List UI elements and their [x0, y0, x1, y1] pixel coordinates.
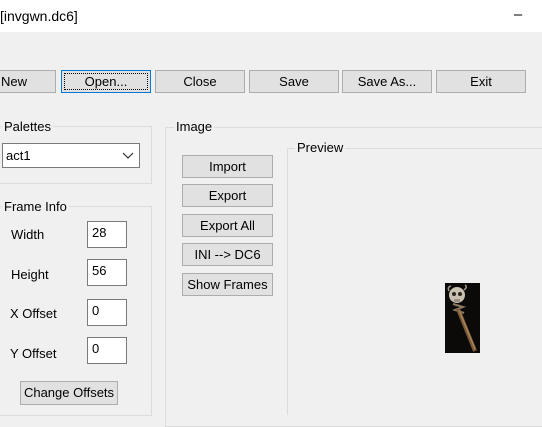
export-button[interactable]: Export — [182, 184, 273, 207]
ini-to-dc6-button[interactable]: INI --> DC6 — [182, 243, 273, 266]
frame-info-legend: Frame Info — [2, 199, 69, 215]
yoffset-label: Y Offset — [10, 346, 57, 361]
chevron-down-icon — [122, 152, 134, 159]
height-label: Height — [11, 267, 49, 282]
title-bar: [invgwn.dc6] – — [0, 0, 542, 32]
preview-group — [287, 148, 542, 415]
width-label: Width — [11, 227, 45, 242]
image-legend: Image — [174, 119, 215, 135]
import-button[interactable]: Import — [182, 155, 273, 178]
show-frames-button[interactable]: Show Frames — [182, 273, 273, 296]
xoffset-field[interactable]: 0 — [87, 299, 127, 326]
palettes-legend: Palettes — [2, 119, 53, 135]
width-field[interactable]: 28 — [87, 221, 127, 248]
save-button[interactable]: Save — [249, 70, 339, 93]
yoffset-field[interactable]: 0 — [87, 337, 127, 364]
close-button[interactable]: Close — [155, 70, 245, 93]
open-button[interactable]: Open... — [61, 70, 151, 93]
staff-sprite-image — [445, 283, 480, 353]
palette-select[interactable]: act1 — [2, 143, 140, 168]
palette-select-value: act1 — [6, 148, 31, 163]
minimize-button[interactable]: – — [508, 0, 528, 32]
change-offsets-button[interactable]: Change Offsets — [20, 381, 118, 405]
save-as-button[interactable]: Save As... — [342, 70, 432, 93]
window-title: [invgwn.dc6] — [0, 8, 78, 24]
new-button[interactable]: New — [0, 70, 56, 93]
xoffset-label: X Offset — [10, 306, 57, 321]
height-field[interactable]: 56 — [87, 259, 127, 286]
exit-button[interactable]: Exit — [436, 70, 526, 93]
preview-legend: Preview — [295, 140, 346, 156]
export-all-button[interactable]: Export All — [182, 214, 273, 237]
